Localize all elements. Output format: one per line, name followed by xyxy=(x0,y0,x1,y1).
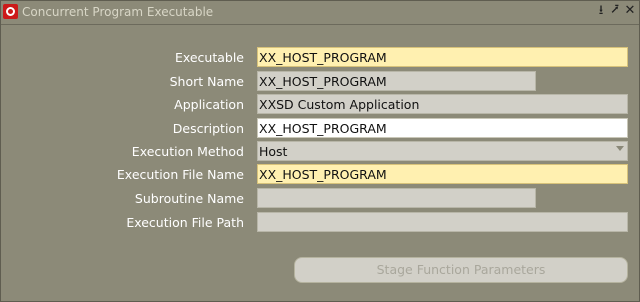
short-name-label: Short Name xyxy=(169,74,244,89)
execution-method-label: Execution Method xyxy=(131,144,244,159)
execution-file-name-field[interactable]: XX_HOST_PROGRAM xyxy=(257,164,628,184)
stage-function-parameters-button[interactable]: Stage Function Parameters xyxy=(294,257,628,283)
execution-file-name-label: Execution File Name xyxy=(116,167,244,182)
concurrent-program-executable-window: Concurrent Program Executable ⭳ ⭷ ✕ Exec… xyxy=(0,0,640,302)
oracle-app-icon xyxy=(3,4,18,19)
executable-field[interactable]: XX_HOST_PROGRAM xyxy=(257,47,628,67)
subroutine-name-label: Subroutine Name xyxy=(134,191,244,206)
close-icon[interactable]: ✕ xyxy=(623,3,637,19)
subroutine-name-field[interactable] xyxy=(257,188,536,208)
description-label: Description xyxy=(172,121,244,136)
execution-file-path-label: Execution File Path xyxy=(126,215,244,230)
minimize-icon[interactable]: ⭳ xyxy=(594,3,608,19)
execution-file-path-field[interactable] xyxy=(257,212,628,232)
application-label: Application xyxy=(174,97,244,112)
window-title: Concurrent Program Executable xyxy=(22,5,214,19)
dropdown-arrow-icon[interactable] xyxy=(616,146,624,151)
short-name-field[interactable]: XX_HOST_PROGRAM xyxy=(257,71,536,91)
description-field[interactable]: XX_HOST_PROGRAM xyxy=(257,118,628,138)
executable-label: Executable xyxy=(174,50,244,65)
application-field[interactable]: XXSD Custom Application xyxy=(257,94,628,114)
title-bar[interactable]: Concurrent Program Executable ⭳ ⭷ ✕ xyxy=(1,1,639,25)
maximize-icon[interactable]: ⭷ xyxy=(608,3,622,19)
execution-method-select[interactable]: Host xyxy=(257,141,628,161)
execution-method-value: Host xyxy=(259,144,288,159)
